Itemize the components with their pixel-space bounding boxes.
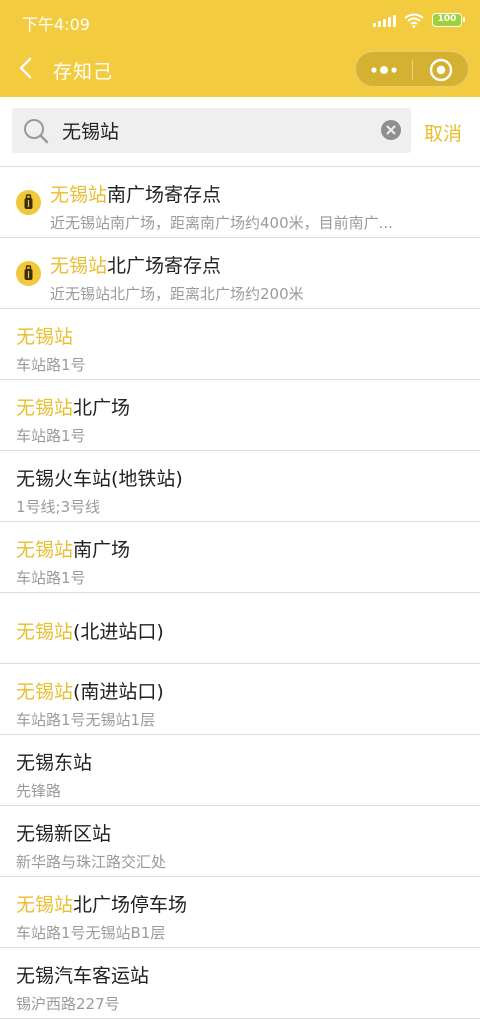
result-item[interactable]: 无锡站北广场车站路1号 (0, 380, 480, 451)
search-icon (24, 119, 49, 144)
result-item[interactable]: 无锡站车站路1号 (0, 309, 480, 380)
results-list: 无锡站南广场寄存点 近无锡站南广场，距离南广场约400米，目前南广... 无锡站北广… (0, 167, 480, 1019)
result-title-highlight: 无锡站 (50, 255, 108, 277)
result-title: 无锡火车站(地铁站) (16, 464, 183, 491)
result-title: 无锡站(南进站口) (16, 677, 164, 704)
result-item[interactable]: 无锡汽车客运站锡沪西路227号 (0, 948, 480, 1019)
result-title: 无锡站南广场寄存点 (50, 180, 221, 207)
result-address: 车站路1号 (16, 356, 86, 374)
search-bar: 取消 (0, 97, 480, 167)
result-title-rest: (北进站口) (73, 621, 164, 643)
result-title: 无锡站北广场寄存点 (50, 251, 221, 278)
result-item[interactable]: 无锡站北广场寄存点近无锡站北广场，距离北广场约200米 (0, 238, 480, 309)
result-item[interactable]: 无锡站南广场车站路1号 (0, 522, 480, 593)
target-circle-icon (429, 58, 453, 82)
result-title-rest: 无锡东站 (16, 752, 93, 774)
result-title-rest: 北广场寄存点 (107, 255, 222, 277)
result-title: 无锡东站 (16, 748, 92, 775)
chevron-left-icon (19, 57, 32, 79)
result-title-rest: 无锡火车站(地铁站) (16, 468, 183, 490)
luggage-pin-icon (16, 190, 41, 215)
result-title-rest: 南广场寄存点 (107, 184, 222, 206)
search-box (12, 108, 411, 153)
result-title-highlight: 无锡站 (16, 326, 74, 348)
result-title-rest: 北广场停车场 (73, 894, 188, 916)
cancel-button[interactable]: 取消 (424, 119, 462, 146)
result-address: 1号线;3号线 (16, 498, 101, 516)
page-title: 存知己 (53, 61, 114, 83)
result-title-highlight: 无锡站 (16, 894, 74, 916)
status-time: 下午4:09 (22, 15, 90, 34)
result-address: 先锋路 (16, 782, 62, 800)
mini-program-capsule (355, 51, 469, 87)
result-item[interactable]: 无锡站(北进站口) (0, 593, 480, 664)
result-title: 无锡站北广场停车场 (16, 890, 187, 917)
result-address: 车站路1号无锡站B1层 (16, 924, 166, 942)
result-item[interactable]: 无锡火车站(地铁站) 1号线;3号线 (0, 451, 480, 522)
result-title-highlight: 无锡站 (16, 539, 74, 561)
result-title-rest: 无锡新区站 (16, 823, 112, 845)
nav-bar: 存知己 (0, 40, 480, 97)
result-address: 近无锡站南广场，距离南广场约400米，目前南广... (50, 214, 393, 232)
x-icon (386, 125, 396, 135)
search-input[interactable] (62, 108, 372, 153)
wifi-icon (404, 13, 424, 28)
result-item[interactable]: 无锡站(南进站口) 车站路1号无锡站1层 (0, 664, 480, 735)
back-button[interactable] (14, 54, 40, 82)
result-address: 近无锡站北广场，距离北广场约200米 (50, 285, 304, 303)
battery-icon: 100 (432, 13, 465, 27)
more-dots-icon (371, 66, 397, 74)
result-address: 车站路1号无锡站1层 (16, 711, 156, 729)
result-title-highlight: 无锡站 (16, 621, 74, 643)
result-title: 无锡站南广场 (16, 535, 130, 562)
result-title: 无锡新区站 (16, 819, 111, 846)
result-address: 车站路1号 (16, 427, 86, 445)
app-header: 下午4:09 100 存知己 (0, 0, 480, 97)
result-title-highlight: 无锡站 (16, 397, 74, 419)
result-title: 无锡站(北进站口) (16, 617, 164, 644)
result-address: 新华路与珠江路交汇处 (16, 853, 167, 871)
result-title: 无锡站北广场 (16, 393, 130, 420)
result-address: 车站路1号 (16, 569, 86, 587)
clear-icon[interactable] (381, 120, 401, 140)
result-item[interactable]: 无锡新区站新华路与珠江路交汇处 (0, 806, 480, 877)
signal-icon (373, 14, 396, 27)
status-icons: 100 (373, 12, 465, 28)
result-title-rest: (南进站口) (73, 681, 164, 703)
status-bar: 下午4:09 100 (0, 0, 480, 40)
result-title-highlight: 无锡站 (50, 184, 108, 206)
result-item[interactable]: 无锡东站 先锋路 (0, 735, 480, 806)
result-title-highlight: 无锡站 (16, 681, 74, 703)
result-address: 锡沪西路227号 (16, 995, 120, 1013)
close-mini-program-button[interactable] (413, 52, 469, 88)
result-title: 无锡站 (16, 322, 73, 349)
result-item[interactable]: 无锡站南广场寄存点近无锡站南广场，距离南广场约400米，目前南广... (0, 167, 480, 238)
more-button[interactable] (356, 52, 412, 88)
result-title-rest: 北广场 (73, 397, 131, 419)
result-title-rest: 无锡汽车客运站 (16, 965, 150, 987)
result-title: 无锡汽车客运站 (16, 961, 149, 988)
result-title-rest: 南广场 (73, 539, 131, 561)
result-item[interactable]: 无锡站北广场停车场车站路1号无锡站B1层 (0, 877, 480, 948)
luggage-pin-icon (16, 261, 41, 286)
